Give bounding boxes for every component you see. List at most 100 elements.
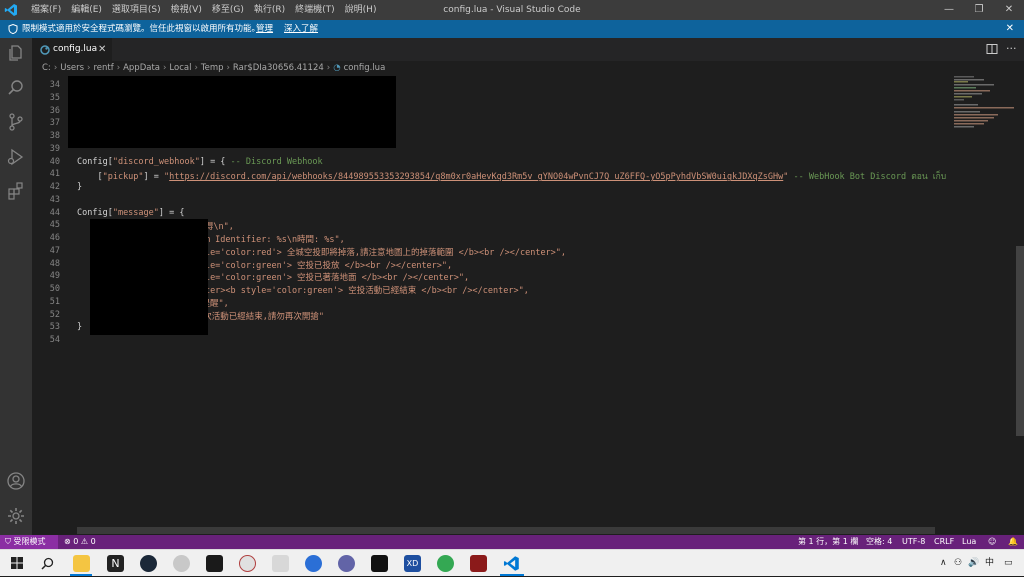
more-actions-icon[interactable]: ··· (1006, 40, 1017, 58)
breadcrumb-item[interactable]: C: (42, 63, 51, 73)
menu-bar: 檔案(F) 編輯(E) 選取項目(S) 檢視(V) 移至(G) 執行(R) 終端… (26, 0, 381, 20)
menu-go[interactable]: 移至(G) (207, 0, 249, 20)
banner-close-button[interactable]: ✕ (1006, 20, 1014, 38)
terminal-icon[interactable] (206, 555, 223, 572)
action-center-icon[interactable]: ▭ (1004, 550, 1013, 577)
line-number: 53 (49, 322, 60, 333)
search-icon[interactable] (41, 557, 54, 570)
banner-text: 限制模式適用於安全程式碼瀏覽。信任此視窗以啟用所有功能。 (22, 24, 261, 34)
winrar-icon[interactable] (470, 555, 487, 572)
scroll-thumb[interactable] (1016, 246, 1024, 436)
app-icon[interactable] (305, 555, 322, 572)
menu-run[interactable]: 執行(R) (249, 0, 290, 20)
vscode-logo-icon[interactable] (4, 3, 18, 17)
xd-app-icon[interactable]: XD (404, 555, 421, 572)
ime-indicator[interactable]: 中 (985, 550, 994, 577)
feedback-icon[interactable]: ☺ (988, 535, 996, 549)
app-icon[interactable] (272, 555, 289, 572)
horizontal-scrollbar[interactable] (77, 527, 935, 534)
extensions-icon[interactable] (6, 181, 26, 201)
code-token: ] = { (158, 207, 185, 218)
menu-view[interactable]: 檢視(V) (166, 0, 207, 20)
explorer-icon[interactable] (6, 43, 26, 63)
close-window-button[interactable]: ✕ (994, 0, 1024, 20)
code-link[interactable]: https://discord.com/api/webhooks/8449895… (169, 172, 783, 182)
line-number: 34 (49, 80, 60, 90)
breadcrumb-item[interactable]: AppData (123, 63, 160, 73)
chat-app-icon[interactable] (338, 555, 355, 572)
restricted-mode-indicator[interactable]: ⛉ 受限模式 (0, 535, 58, 549)
code-line[interactable]: Config["discord_webhook"] = { -- Discord… (77, 157, 323, 167)
network-icon[interactable]: ⚇ (954, 550, 962, 577)
chevron-right-icon: › (326, 63, 331, 73)
tab-config-lua[interactable]: config.lua ✕ (32, 38, 112, 61)
chevron-right-icon: › (163, 63, 167, 73)
app-icon[interactable] (173, 555, 190, 572)
tab-close-button[interactable]: ✕ (98, 38, 106, 61)
app-icon[interactable] (239, 555, 256, 572)
chrome-icon[interactable] (437, 555, 454, 572)
line-number: 40 (49, 156, 60, 167)
encoding[interactable]: UTF-8 (902, 535, 925, 549)
code-line[interactable]: Config["message"] = { (77, 208, 184, 218)
menu-edit[interactable]: 編輯(E) (66, 0, 107, 20)
maximize-button[interactable]: ❐ (964, 0, 994, 20)
menu-file[interactable]: 檔案(F) (26, 0, 66, 20)
line-number: 35 (49, 92, 60, 103)
account-icon[interactable] (6, 471, 26, 491)
notifications-bell-icon[interactable]: 🔔 (1008, 535, 1018, 549)
language-mode[interactable]: Lua (962, 535, 976, 549)
code-token: ><b style='color:red'> 全城空投即將掉落,請注意地圖上的掉… (169, 247, 567, 258)
end-of-line[interactable]: CRLF (934, 535, 954, 549)
tab-label: config.lua (53, 44, 98, 54)
learn-more-link[interactable]: 深入了解 (284, 20, 318, 38)
line-number: 36 (49, 105, 60, 116)
split-editor-icon[interactable] (986, 43, 998, 55)
code-token: Config[ (77, 156, 113, 167)
tray-overflow-icon[interactable]: ∧ (940, 550, 947, 577)
breadcrumb-item[interactable]: Rar$DIa30656.41124 (233, 63, 324, 73)
minimap-preview (954, 76, 1014, 128)
activity-bar (0, 38, 32, 535)
settings-gear-icon[interactable] (6, 506, 26, 526)
code-editor[interactable]: 34 35 36 37 38 39 40 Config["discord_webhook"] … (32, 76, 950, 535)
app-icon[interactable] (371, 555, 388, 572)
line-number: 54 (49, 335, 60, 345)
windows-start-icon[interactable] (11, 557, 23, 569)
code-token: ] = { (199, 156, 231, 167)
menu-help[interactable]: 說明(H) (340, 0, 382, 20)
volume-icon[interactable]: 🔊 (968, 550, 979, 577)
problems-indicator[interactable]: ⊗ 0 ⚠ 0 (64, 535, 96, 549)
code-line[interactable]: } (77, 322, 82, 332)
run-debug-icon[interactable] (6, 147, 26, 167)
notion-icon[interactable]: N (107, 555, 124, 572)
line-number: 49 (49, 271, 60, 282)
breadcrumb-item[interactable]: Local (169, 63, 191, 73)
breadcrumb: C: › Users › rentf › AppData › Local › Temp › Rar$DI… (32, 61, 1024, 76)
code-line[interactable]: } (77, 182, 82, 192)
chevron-right-icon: › (53, 63, 58, 73)
manage-link[interactable]: 管理 (256, 20, 273, 38)
search-icon[interactable] (6, 78, 26, 98)
minimap[interactable] (950, 76, 1016, 535)
menu-terminal[interactable]: 終端機(T) (290, 0, 340, 20)
menu-selection[interactable]: 選取項目(S) (107, 0, 166, 20)
breadcrumb-item[interactable]: Temp (201, 63, 224, 73)
line-number: 50 (49, 284, 60, 294)
steam-icon[interactable] (140, 555, 157, 572)
code-line[interactable]: ["pickup"] = "https://discord.com/api/we… (77, 169, 946, 183)
breadcrumb-item[interactable]: rentf (93, 63, 113, 73)
file-explorer-icon[interactable] (73, 555, 90, 572)
source-control-icon[interactable] (6, 112, 26, 132)
line-number: 45 (49, 220, 60, 231)
breadcrumb-item[interactable]: Users (60, 63, 84, 73)
cursor-position[interactable]: 第 1 行，第 1 欄 (798, 535, 858, 549)
vertical-scrollbar[interactable] (1016, 76, 1024, 535)
minimize-button[interactable]: — (934, 0, 964, 20)
breadcrumb-item[interactable]: config.lua (344, 63, 386, 73)
code-token: ><b style='color:green'> 空投已投放 </b><br /… (169, 260, 453, 271)
redacted-region (90, 219, 208, 335)
code-token: } (77, 322, 83, 333)
vscode-taskbar-icon[interactable] (503, 555, 520, 572)
indentation[interactable]: 空格: 4 (866, 535, 892, 549)
